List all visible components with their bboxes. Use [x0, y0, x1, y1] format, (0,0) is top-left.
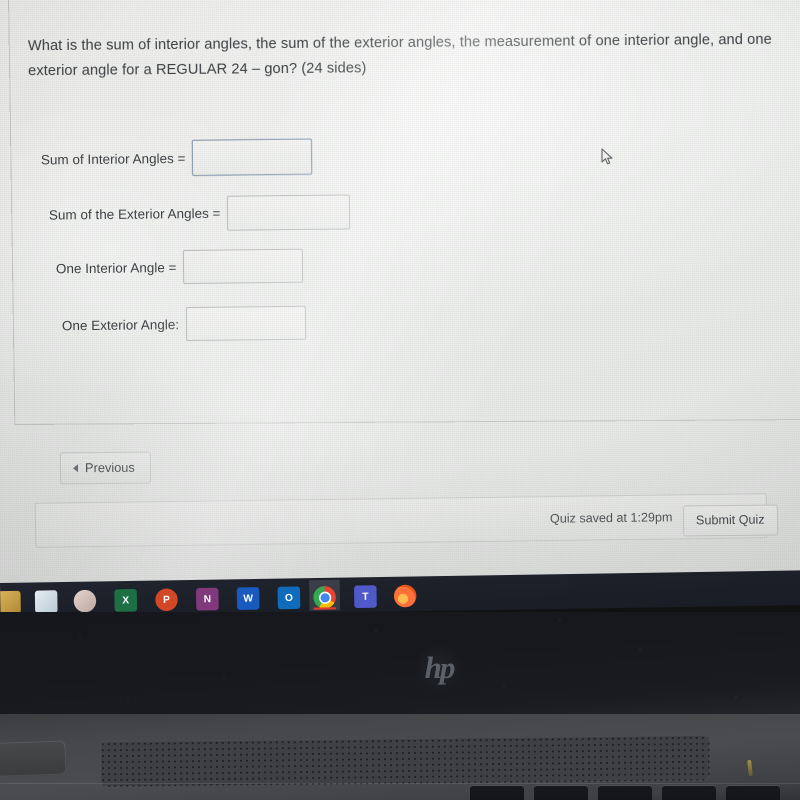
store-icon — [0, 590, 21, 614]
previous-button[interactable]: Previous — [59, 451, 151, 485]
teams-icon: T — [354, 585, 377, 609]
input-one-exterior-angle[interactable] — [185, 305, 307, 341]
label-one-exterior-angle: One Exterior Angle: — [61, 316, 180, 333]
taskbar-item-teams[interactable]: T — [350, 579, 381, 610]
input-sum-interior-angles[interactable] — [192, 138, 313, 176]
keyboard-key[interactable] — [598, 786, 652, 800]
chrome-icon — [313, 585, 337, 609]
quiz-page: What is the sum of interior angles, the … — [0, 0, 800, 592]
taskbar-item-onenote[interactable]: N — [192, 582, 223, 613]
outlook-icon: O — [277, 586, 301, 610]
quiz-saved-status: Quiz saved at 1:29pm — [550, 510, 674, 526]
question-text: What is the sum of interior angles, the … — [27, 31, 772, 80]
laptop-screen: What is the sum of interior angles, the … — [0, 0, 800, 592]
firefox-icon — [393, 584, 417, 608]
laptop-bezel — [0, 612, 800, 718]
field-row-one-interior-angle: One Interior Angle = — [55, 248, 304, 286]
previous-button-label: Previous — [84, 459, 135, 476]
excel-icon: X — [114, 589, 138, 612]
taskbar-item-chrome[interactable] — [309, 579, 341, 611]
arrow-cursor-icon — [601, 148, 613, 165]
taskbar-item-paint[interactable] — [69, 583, 100, 614]
keyboard-key[interactable] — [470, 786, 524, 800]
powerpoint-icon: P — [155, 588, 178, 612]
laptop-photo: What is the sum of interior angles, the … — [0, 0, 800, 800]
label-sum-interior-angles: Sum of Interior Angles = — [40, 150, 186, 167]
paint-icon — [73, 589, 97, 613]
calculator-icon — [34, 590, 58, 614]
label-sum-exterior-angles: Sum of the Exterior Angles = — [48, 205, 221, 223]
input-one-interior-angle[interactable] — [183, 248, 304, 284]
onenote-icon: N — [195, 587, 219, 611]
taskbar-item-calculator[interactable] — [31, 584, 62, 615]
keyboard-key[interactable] — [534, 786, 588, 800]
taskbar-item-outlook[interactable]: O — [273, 580, 304, 611]
label-one-interior-angle: One Interior Angle = — [55, 259, 177, 276]
field-row-sum-exterior-angles: Sum of the Exterior Angles = — [49, 194, 351, 232]
field-row-one-exterior-angle: One Exterior Angle: — [61, 305, 307, 343]
keyboard-key[interactable] — [662, 786, 716, 800]
input-sum-exterior-angles[interactable] — [227, 194, 351, 231]
taskbar-item-word[interactable]: W — [233, 581, 264, 612]
triangle-left-icon — [72, 463, 79, 472]
speaker-grille — [99, 734, 711, 788]
hp-logo: hp — [414, 643, 464, 693]
submit-quiz-button[interactable]: Submit Quiz — [682, 504, 778, 537]
field-row-sum-interior-angles: Sum of Interior Angles = — [40, 138, 313, 178]
taskbar-item-firefox[interactable] — [390, 578, 421, 609]
deck-left-panel — [0, 740, 67, 778]
deck-seam — [0, 783, 800, 784]
keyboard-key[interactable] — [726, 786, 780, 800]
word-icon: W — [236, 587, 260, 610]
taskbar-item-powerpoint[interactable]: P — [151, 582, 182, 613]
taskbar-item-excel[interactable]: X — [110, 583, 141, 614]
